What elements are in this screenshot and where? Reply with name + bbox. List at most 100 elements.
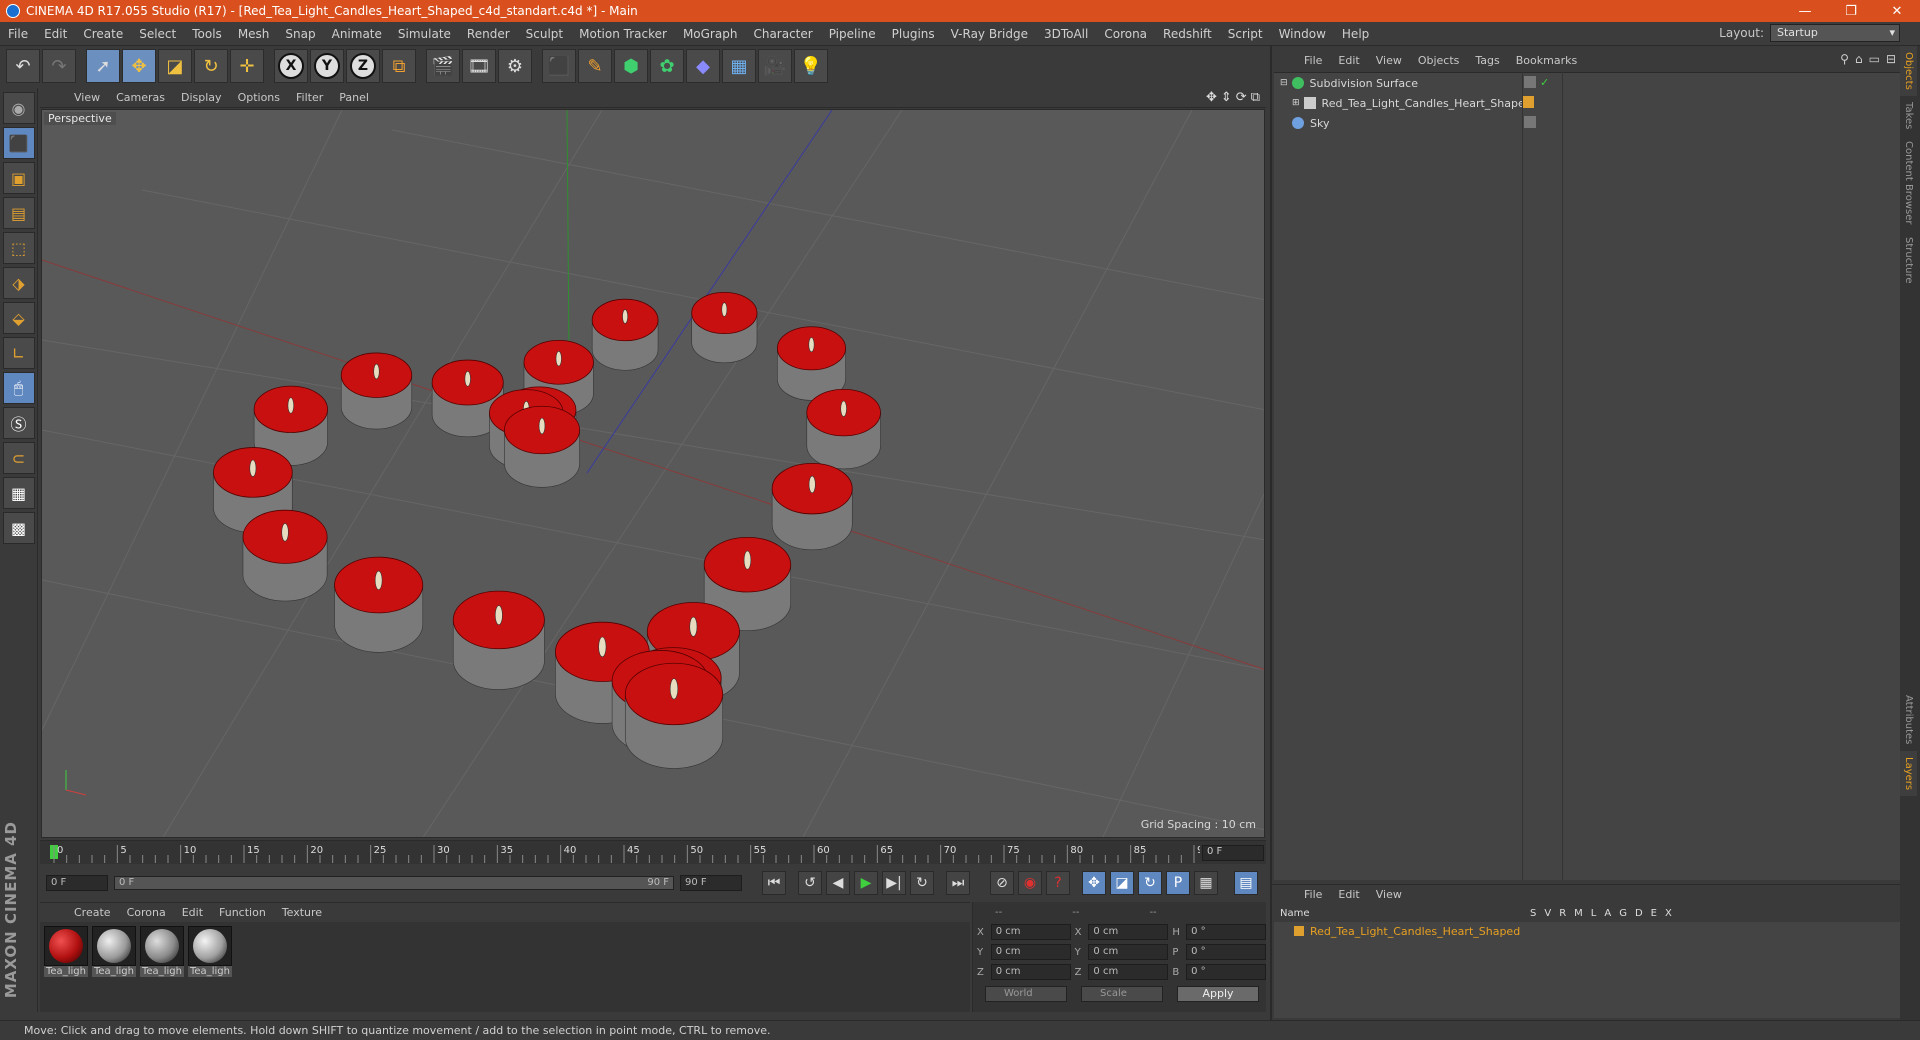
menu-motion-tracker[interactable]: Motion Tracker (571, 27, 675, 41)
end-frame-field[interactable]: 90 F (680, 875, 742, 891)
layer-col-manager[interactable]: M (1574, 908, 1583, 919)
viewport-menu-view[interactable]: View (66, 91, 108, 104)
key-rotation-icon[interactable]: ↻ (1138, 871, 1162, 895)
texture-mode-icon[interactable]: ▣ (2, 162, 35, 194)
nurbs-icon[interactable]: ⬢ (614, 49, 648, 83)
recent-tool-icon[interactable]: ✛ (230, 49, 264, 83)
menu-file[interactable]: File (0, 27, 36, 41)
tea-light-candle[interactable] (452, 590, 545, 690)
menu-redshift[interactable]: Redshift (1155, 27, 1220, 41)
tab-takes[interactable]: Takes (1900, 96, 1917, 135)
coordinate-system-icon[interactable]: ⧉ (382, 49, 416, 83)
material-menu-corona[interactable]: Corona (119, 906, 174, 919)
tea-light-candle[interactable] (340, 352, 413, 430)
layer-tag-icon[interactable] (1524, 76, 1536, 88)
tea-light-candle[interactable] (504, 405, 580, 488)
minimize-button[interactable]: — (1782, 0, 1828, 22)
scale-tool-icon[interactable]: ◪ (158, 49, 192, 83)
x-axis-icon[interactable]: X (274, 49, 308, 83)
menu-simulate[interactable]: Simulate (390, 27, 459, 41)
tea-light-candle[interactable] (771, 462, 853, 551)
lock-workplane-icon[interactable]: ▦ (2, 477, 35, 509)
pan-icon[interactable]: ✥ (1206, 90, 1217, 105)
viewport-camera-label[interactable]: Perspective (44, 112, 116, 125)
lock-icon[interactable]: ⊟ (1886, 52, 1896, 66)
om-menu-file[interactable]: File (1296, 54, 1330, 67)
search-icon[interactable]: ⚲ (1840, 52, 1849, 66)
layer-col-xref[interactable]: X (1665, 908, 1672, 919)
layer-col-expressions[interactable]: E (1651, 908, 1657, 919)
rotation-b-field[interactable]: 0 ° (1186, 964, 1267, 980)
points-mode-icon[interactable]: ⬚ (2, 232, 35, 264)
next-frame-icon[interactable]: ▶| (882, 871, 906, 895)
render-settings-icon[interactable]: ⚙ (498, 49, 532, 83)
rotation-h-field[interactable]: 0 ° (1186, 924, 1267, 940)
frame-ruler[interactable]: 0 5 10 15 20 25 30 35 40 45 50 55 60 65 70 75 80 85 90 (50, 841, 1200, 865)
om-menu-objects[interactable]: Objects (1410, 54, 1468, 67)
coordinate-mode-select[interactable]: Scale (1081, 986, 1163, 1002)
viewport-menu-cameras[interactable]: Cameras (108, 91, 173, 104)
object-row-subdivision-surface[interactable]: ⊟ Subdivision Surface ✓ (1274, 73, 1900, 93)
lm-menu-view[interactable]: View (1368, 888, 1410, 901)
tab-content-browser[interactable]: Content Browser (1900, 135, 1917, 230)
layer-col-view[interactable]: V (1544, 908, 1551, 919)
viewport-menu-filter[interactable]: Filter (288, 91, 331, 104)
material-menu-texture[interactable]: Texture (274, 906, 330, 919)
home-icon[interactable]: ⌂ (1855, 52, 1863, 66)
key-pla-icon[interactable]: ▦ (1194, 871, 1218, 895)
menu-tools[interactable]: Tools (184, 27, 230, 41)
menu-mesh[interactable]: Mesh (230, 27, 278, 41)
material-item[interactable]: Tea_ligh (92, 926, 136, 1008)
perspective-viewport[interactable]: Perspective Grid Spacing : 10 cm (41, 109, 1265, 838)
menu-snap[interactable]: Snap (277, 27, 323, 41)
menu-edit[interactable]: Edit (36, 27, 75, 41)
menu-script[interactable]: Script (1220, 27, 1271, 41)
menu-mograph[interactable]: MoGraph (675, 27, 746, 41)
menu-3dtoall[interactable]: 3DToAll (1036, 27, 1096, 41)
goto-end-icon[interactable]: ⏭ (946, 871, 970, 895)
mograph-cloner-icon[interactable]: ✿ (650, 49, 684, 83)
axis-mode-icon[interactable]: ∟ (2, 337, 35, 369)
tea-light-candle[interactable] (691, 291, 758, 364)
tea-light-candle[interactable] (334, 556, 424, 653)
close-button[interactable]: ✕ (1874, 0, 1920, 22)
lm-menu-file[interactable]: File (1296, 888, 1330, 901)
maximize-button[interactable]: ❐ (1828, 0, 1874, 22)
material-menu-edit[interactable]: Edit (174, 906, 211, 919)
previous-frame-icon[interactable]: ◀ (826, 871, 850, 895)
tweak-mode-icon[interactable]: 🖱 (2, 372, 35, 404)
render-picture-viewer-icon[interactable]: 🎞 (462, 49, 496, 83)
timeline-window-icon[interactable]: ▤ (1234, 871, 1258, 895)
maximize-view-icon[interactable]: ⧉ (1251, 90, 1260, 105)
tab-objects[interactable]: Objects (1900, 46, 1917, 96)
magnet-icon[interactable]: ⊂ (2, 442, 35, 474)
material-menu-create[interactable]: Create (66, 906, 119, 919)
candles-group[interactable] (213, 291, 881, 769)
expand-icon[interactable]: ⊞ (1292, 98, 1300, 108)
workplane-mode-icon[interactable]: ▤ (2, 197, 35, 229)
deformer-icon[interactable]: ◆ (686, 49, 720, 83)
timeline-ruler[interactable]: 0 5 10 15 20 25 30 35 40 45 50 55 60 65 70 75 80 85 90 0 F (40, 840, 1266, 864)
undo-icon[interactable]: ↶ (6, 49, 40, 83)
om-menu-bookmarks[interactable]: Bookmarks (1508, 54, 1585, 67)
orbit-icon[interactable]: ⟳ (1236, 90, 1247, 105)
size-y-field[interactable]: 0 cm (1088, 944, 1169, 960)
camera-icon[interactable]: 🎥 (758, 49, 792, 83)
layer-row[interactable]: Red_Tea_Light_Candles_Heart_Shaped (1274, 922, 1900, 940)
material-item[interactable]: Tea_ligh (188, 926, 232, 1008)
key-parameter-icon[interactable]: P (1166, 871, 1190, 895)
size-z-field[interactable]: 0 cm (1088, 964, 1169, 980)
layer-color-icon[interactable] (1522, 96, 1534, 108)
layer-col-deformers[interactable]: D (1635, 908, 1643, 919)
goto-next-key-icon[interactable]: ↻ (910, 871, 934, 895)
snap-icon[interactable]: Ⓢ (2, 407, 35, 439)
menu-vray-bridge[interactable]: V-Ray Bridge (943, 27, 1036, 41)
new-window-icon[interactable]: ▭ (1869, 52, 1880, 66)
record-keys-disabled-icon[interactable]: ⊘ (990, 871, 1014, 895)
layout-select[interactable]: Startup (1770, 24, 1900, 42)
tab-attributes[interactable]: Attributes (1900, 689, 1917, 750)
tea-light-candle[interactable] (776, 326, 846, 401)
tea-light-candle[interactable] (591, 298, 659, 371)
position-x-field[interactable]: 0 cm (990, 924, 1071, 940)
z-axis-icon[interactable]: Z (346, 49, 380, 83)
